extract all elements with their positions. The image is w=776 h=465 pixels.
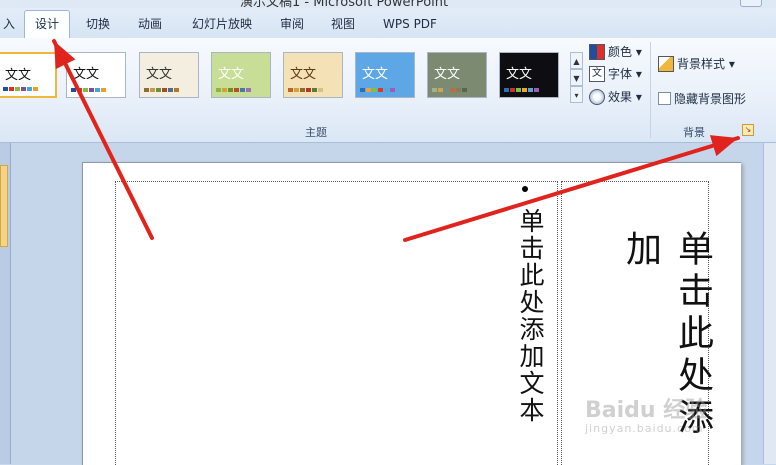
tab-view[interactable]: 视图 (323, 11, 363, 37)
background-group-label: 背景 (683, 126, 705, 139)
theme-thumbnail-sample-text: 文文 (290, 67, 317, 82)
theme-thumbnail-sample-text: 文文 (146, 67, 173, 82)
tab-insert[interactable]: 入 (0, 11, 18, 37)
title-bar: 演示文稿1 - Microsoft PowerPoint (0, 0, 776, 8)
theme-thumbnail-sample-text: 文文 (73, 67, 100, 82)
group-separator (650, 42, 651, 138)
theme-color-swatches (432, 88, 467, 92)
gallery-scroll-up-button[interactable]: ▲ (570, 52, 583, 69)
theme-thumbnail-theme-dark[interactable]: 文文 (499, 52, 559, 98)
watermark-sub: jingyan.baidu.com (585, 422, 704, 435)
tab-design[interactable]: 设计 (24, 10, 70, 39)
theme-colors-label: 颜色 (608, 45, 633, 59)
hide-background-graphics-checkbox[interactable]: 隐藏背景图形 (658, 89, 746, 109)
gallery-more-button[interactable]: ▾ (570, 86, 583, 103)
tab-transitions[interactable]: 切换 (78, 11, 118, 37)
theme-fonts-label: 字体 (608, 67, 633, 81)
theme-thumbnail-theme-office[interactable]: 文文 (66, 52, 126, 98)
theme-thumbnail-sample-text: 文文 (362, 67, 389, 82)
background-styles-label: 背景样式 (677, 57, 726, 71)
baidu-watermark: Baidu 经验 jingyan.baidu.com (585, 392, 707, 435)
theme-color-swatches (3, 87, 38, 91)
theme-thumbnail-sample-text: 文文 (5, 68, 32, 83)
theme-thumbnail-sample-text: 文文 (506, 67, 533, 82)
ribbon-design: 文文 文文 文文 文文 文文 文文 文文 文文 ▲ ▼ ▾ 颜色 ▾ 文字体 ▾ 效果 ▾ 主… (0, 38, 776, 143)
theme-colors-button[interactable]: 颜色 ▾ (589, 42, 642, 62)
theme-color-swatches (71, 88, 106, 92)
theme-thumbnail-theme-warm[interactable]: 文文 (283, 52, 343, 98)
theme-thumbnail-theme-paper[interactable]: 文文 (139, 52, 199, 98)
theme-fonts-button[interactable]: 文字体 ▾ (589, 64, 642, 84)
close-window-button[interactable] (740, 0, 762, 7)
tab-animations[interactable]: 动画 (130, 11, 170, 37)
tab-review[interactable]: 审阅 (272, 11, 312, 37)
theme-thumbnail-sample-text: 文文 (434, 67, 461, 82)
slide-thumbnail-selected[interactable] (0, 165, 8, 247)
color-palette-icon (589, 43, 605, 60)
theme-color-swatches (288, 88, 323, 92)
placeholder-text-small: 单击此处添加文本 (516, 208, 545, 424)
gallery-scroll-down-button[interactable]: ▼ (570, 69, 583, 86)
theme-thumbnail-sample-text: 文文 (218, 67, 245, 82)
effects-icon (589, 88, 605, 105)
theme-thumbnail-theme-green[interactable]: 文文 (211, 52, 271, 98)
text-placeholder-left[interactable]: 单击此处添加文本 (115, 181, 558, 465)
theme-effects-button[interactable]: 效果 ▾ (589, 87, 642, 107)
slides-pane (0, 143, 11, 464)
placeholder-handle-dot (522, 186, 528, 192)
font-icon: 文 (589, 65, 605, 82)
themes-group-label: 主题 (305, 126, 327, 139)
window-title: 演示文稿1 - Microsoft PowerPoint (240, 0, 449, 8)
background-dialog-launcher-icon[interactable]: ↘ (742, 124, 754, 136)
vertical-scrollbar[interactable] (763, 143, 776, 464)
theme-color-swatches (144, 88, 179, 92)
theme-color-swatches (360, 88, 395, 92)
ribbon-tab-bar: 入 设计 切换 动画 幻灯片放映 审阅 视图 WPS PDF (0, 8, 776, 39)
paint-bucket-icon (658, 55, 674, 72)
background-styles-button[interactable]: 背景样式 ▾ (658, 54, 735, 74)
theme-thumbnail-theme-olive[interactable]: 文文 (427, 52, 487, 98)
theme-color-swatches (216, 88, 251, 92)
checkbox-icon (658, 92, 671, 105)
hide-background-graphics-label: 隐藏背景图形 (674, 92, 747, 106)
theme-thumbnail-theme-current[interactable]: 文文 (0, 52, 57, 98)
theme-color-swatches (504, 88, 539, 92)
theme-thumbnail-theme-sky[interactable]: 文文 (355, 52, 415, 98)
watermark-main: Baidu 经验 (585, 398, 708, 423)
tab-slideshow[interactable]: 幻灯片放映 (182, 11, 262, 37)
tab-wps-pdf[interactable]: WPS PDF (373, 11, 447, 37)
theme-effects-label: 效果 (608, 90, 633, 104)
